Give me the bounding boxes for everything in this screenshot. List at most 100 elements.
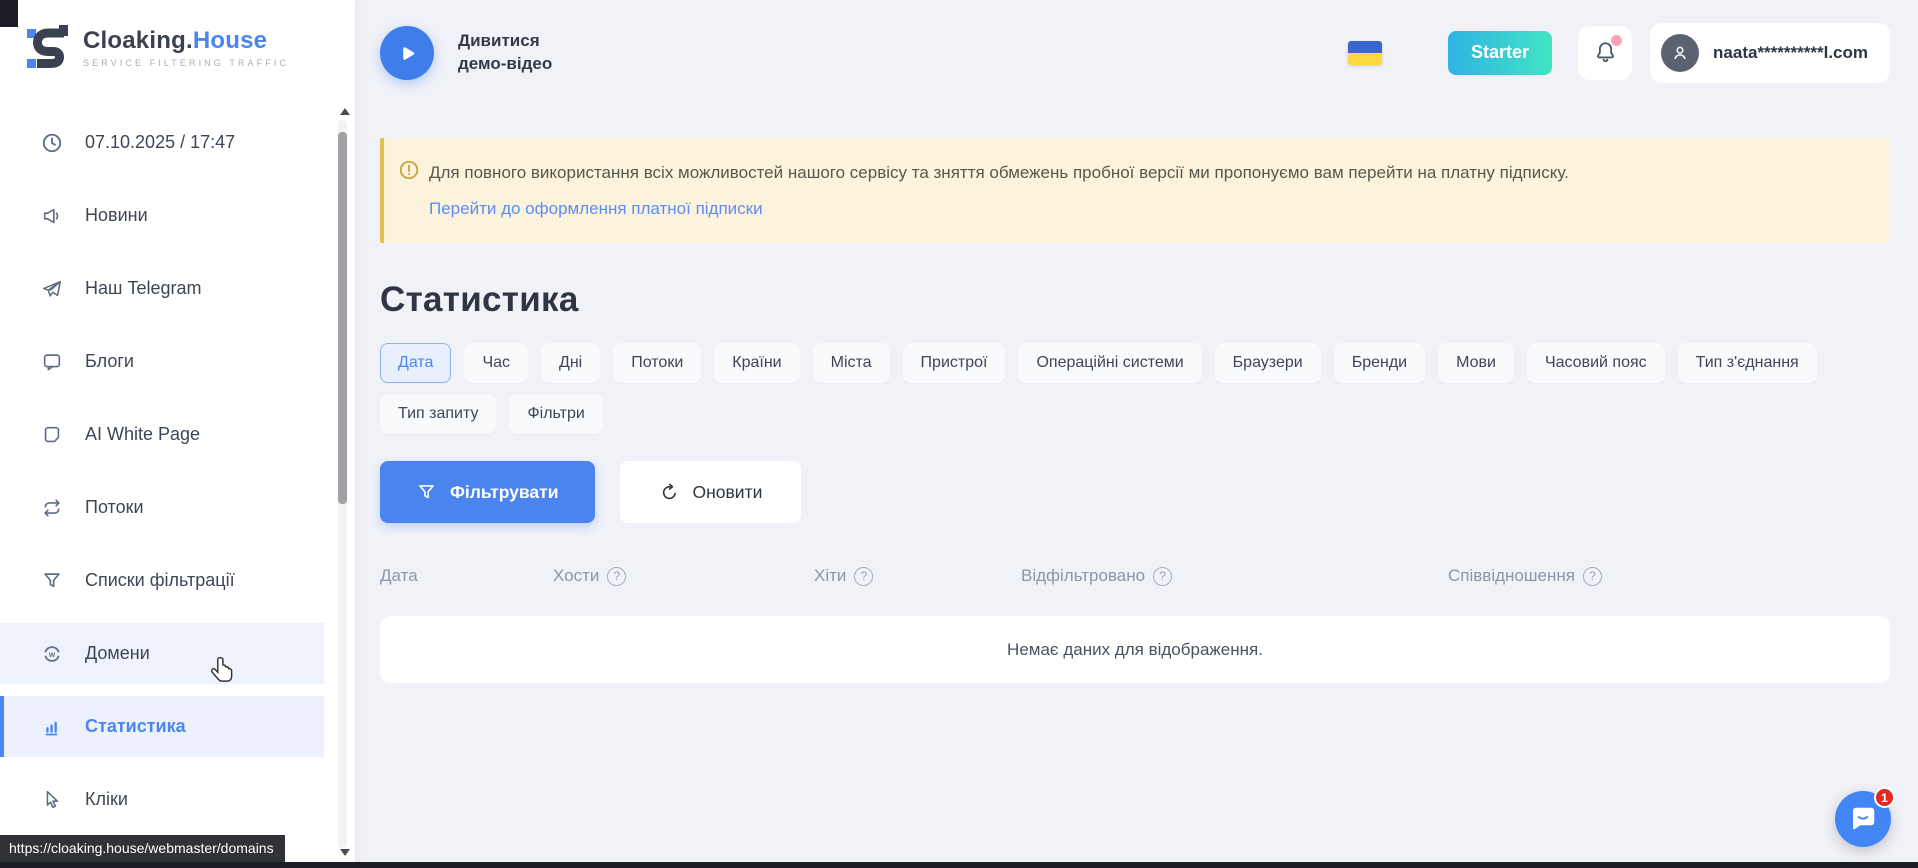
- filter-tab-timezone[interactable]: Часовий пояс: [1527, 343, 1665, 383]
- filter-tab-flows[interactable]: Потоки: [613, 343, 701, 383]
- page-title: Статистика: [380, 280, 1918, 320]
- logo-text-dark: Cloaking.: [83, 27, 193, 54]
- empty-state-text: Немає даних для відображення.: [1007, 640, 1263, 660]
- sidebar-item-label: Списки фільтрації: [85, 570, 235, 591]
- funnel-icon: [40, 569, 64, 593]
- sidebar-item-ai-white-page[interactable]: AI White Page: [0, 404, 324, 465]
- scrollbar-down-arrow[interactable]: [340, 849, 350, 856]
- funnel-icon: [416, 482, 437, 503]
- scrollbar-up-arrow[interactable]: [340, 108, 350, 115]
- sidebar-item-statistics[interactable]: Статистика: [0, 696, 324, 757]
- filter-button[interactable]: Фільтрувати: [380, 461, 595, 523]
- notifications-button[interactable]: [1578, 26, 1632, 80]
- link-preview-statusbar: https://cloaking.house/webmaster/domains: [0, 835, 285, 862]
- sidebar-item-label: Блоги: [85, 351, 134, 372]
- demo-video-play-button[interactable]: [380, 26, 434, 80]
- stats-table-header: Дата Хости ? Хіти ? Відфільтровано ? Спі…: [380, 566, 1918, 586]
- help-icon[interactable]: ?: [1583, 567, 1602, 586]
- column-header-ratio: Співвідношення ?: [1448, 566, 1602, 586]
- www-icon: w: [40, 642, 64, 666]
- plan-badge-button[interactable]: Starter: [1448, 31, 1552, 75]
- logo-text: Cloaking.House: [83, 27, 289, 55]
- filter-tab-connection-type[interactable]: Тип з'єднання: [1678, 343, 1817, 383]
- help-icon[interactable]: ?: [1153, 567, 1172, 586]
- subscribe-link[interactable]: Перейти до оформлення платної підписки: [429, 199, 763, 219]
- filter-tab-days[interactable]: Дні: [541, 343, 600, 383]
- sidebar-item-flows[interactable]: Потоки: [0, 477, 324, 538]
- telegram-icon: [40, 277, 64, 301]
- filter-tab-filters[interactable]: Фільтри: [509, 394, 602, 434]
- screen-corner-notch: [0, 0, 18, 27]
- person-icon: [1669, 42, 1691, 64]
- filter-tab-browsers[interactable]: Браузери: [1215, 343, 1321, 383]
- filter-tab-request-type[interactable]: Тип запиту: [380, 394, 496, 434]
- chat-smile-icon: [1848, 804, 1878, 834]
- sidebar-item-blogs[interactable]: Блоги: [0, 331, 324, 392]
- sidebar-item-telegram[interactable]: Наш Telegram: [0, 258, 324, 319]
- filter-tab-languages[interactable]: Мови: [1438, 343, 1514, 383]
- column-header-filtered: Відфільтровано ?: [1021, 566, 1448, 586]
- filter-tab-devices[interactable]: Пристрої: [903, 343, 1006, 383]
- logo-icon: [24, 22, 70, 72]
- empty-state-card: Немає даних для відображення.: [380, 616, 1890, 683]
- logo-tagline: SERVICE FILTERING TRAFFIC: [83, 58, 289, 68]
- sidebar-item-news[interactable]: Новини: [0, 185, 324, 246]
- filter-tab-countries[interactable]: Країни: [714, 343, 799, 383]
- banner-text: Для повного використання всіх можливосте…: [429, 159, 1569, 186]
- main-content: Дивитися демо-відео Starter naata*******…: [355, 0, 1918, 868]
- user-email: naata**********l.com: [1713, 43, 1868, 63]
- action-buttons: Фільтрувати Оновити: [380, 461, 1918, 523]
- chat-widget-button[interactable]: 1: [1835, 791, 1891, 847]
- chat-bubble-icon: [40, 350, 64, 374]
- filter-tabs: Дата Час Дні Потоки Країни Міста Пристро…: [380, 343, 1890, 434]
- sidebar-datetime: 07.10.2025 / 17:47: [0, 112, 324, 173]
- megaphone-icon: [40, 204, 64, 228]
- logo[interactable]: Cloaking.House SERVICE FILTERING TRAFFIC: [0, 0, 355, 72]
- sidebar-nav: 07.10.2025 / 17:47 Новини Наш Telegram Б…: [0, 112, 324, 842]
- column-header-date: Дата: [380, 566, 553, 586]
- user-account-button[interactable]: naata**********l.com: [1650, 23, 1890, 83]
- notification-dot: [1611, 35, 1622, 46]
- sidebar-item-clicks[interactable]: Кліки: [0, 769, 324, 830]
- refresh-button[interactable]: Оновити: [620, 461, 802, 523]
- filter-tab-brands[interactable]: Бренди: [1334, 343, 1425, 383]
- sidebar-item-filter-lists[interactable]: Списки фільтрації: [0, 550, 324, 611]
- sidebar-item-label: Кліки: [85, 789, 128, 810]
- page-icon: [40, 423, 64, 447]
- sidebar-scrollbar-thumb[interactable]: [338, 132, 347, 504]
- bar-chart-icon: [40, 715, 64, 739]
- sidebar-item-domains[interactable]: w Домени: [0, 623, 324, 684]
- sidebar-item-label: Статистика: [85, 716, 186, 737]
- svg-text:w: w: [48, 649, 56, 658]
- avatar: [1661, 34, 1699, 72]
- filter-tab-cities[interactable]: Міста: [813, 343, 890, 383]
- play-icon: [395, 41, 419, 65]
- warning-icon: [398, 159, 420, 181]
- clock-icon: [40, 131, 64, 155]
- column-header-hits: Хіти ?: [814, 566, 1021, 586]
- language-flag-ukraine[interactable]: [1348, 41, 1382, 65]
- sidebar: Cloaking.House SERVICE FILTERING TRAFFIC…: [0, 0, 355, 868]
- sidebar-item-label: AI White Page: [85, 424, 200, 445]
- screen-edge-bottom: [0, 862, 1918, 868]
- help-icon[interactable]: ?: [854, 567, 873, 586]
- trial-warning-banner: Для повного використання всіх можливосте…: [380, 138, 1890, 243]
- sidebar-datetime-label: 07.10.2025 / 17:47: [85, 132, 235, 153]
- demo-video-label[interactable]: Дивитися демо-відео: [458, 30, 552, 74]
- refresh-icon: [659, 482, 680, 503]
- logo-text-accent: House: [193, 27, 267, 54]
- help-icon[interactable]: ?: [607, 567, 626, 586]
- repeat-arrows-icon: [40, 496, 64, 520]
- sidebar-item-label: Потоки: [85, 497, 144, 518]
- cursor-arrow-icon: [40, 788, 64, 812]
- sidebar-item-label: Новини: [85, 205, 148, 226]
- topbar: Дивитися демо-відео Starter naata*******…: [355, 0, 1918, 105]
- filter-tab-operating-systems[interactable]: Операційні системи: [1018, 343, 1201, 383]
- sidebar-item-label: Наш Telegram: [85, 278, 201, 299]
- sidebar-item-label: Домени: [85, 643, 150, 664]
- topbar-right: Starter naata**********l.com: [1348, 23, 1890, 83]
- filter-tab-date[interactable]: Дата: [380, 343, 451, 383]
- chat-unread-badge: 1: [1874, 787, 1895, 808]
- column-header-hosts: Хости ?: [553, 566, 814, 586]
- filter-tab-time[interactable]: Час: [464, 343, 528, 383]
